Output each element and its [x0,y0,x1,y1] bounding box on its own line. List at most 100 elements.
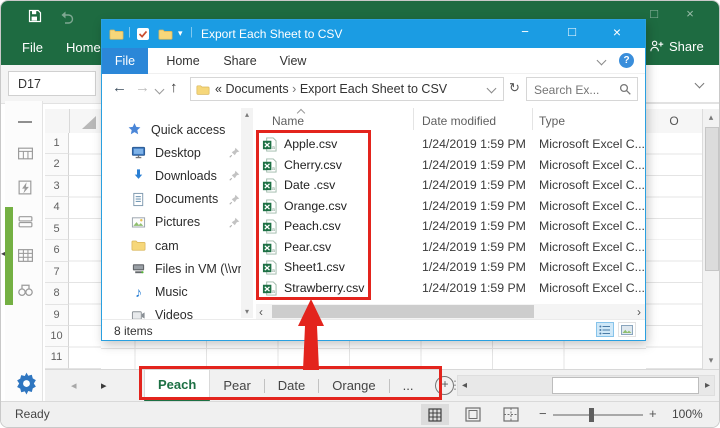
sidebar-item-quick-access[interactable]: Quick access [102,118,254,141]
row-header[interactable]: 2 [45,154,69,176]
sidebar-item-documents[interactable]: Documents [102,188,254,211]
cell-name-box[interactable]: D17 [8,71,96,96]
forward-icon[interactable]: → [135,79,150,96]
zoom-out-icon[interactable]: − [539,406,547,421]
row-header[interactable]: 8 [45,283,69,305]
sidebar-item-desktop[interactable]: Desktop [102,141,254,164]
row-header[interactable]: 1 [45,133,69,155]
search-input[interactable] [532,80,616,100]
settings-gear-icon[interactable] [14,371,39,396]
horizontal-scroll-thumb[interactable] [552,377,699,394]
thumbnail-view-toggle[interactable] [618,322,636,337]
row-header[interactable]: 11 [45,347,69,369]
excel-horizontal-scrollbar[interactable]: ◂ ▸ [457,375,715,396]
page-layout-view-icon[interactable] [465,407,481,422]
sidebar-item-pictures[interactable]: Pictures [102,211,254,234]
vertical-scroll-thumb[interactable] [705,127,719,271]
row-header[interactable]: 7 [45,261,69,284]
file-type: Microsoft Excel C... [539,239,645,254]
sheet-nav-right-icon[interactable]: ▸ [101,379,107,392]
save-icon[interactable] [27,8,43,24]
workbook-grid-icon[interactable] [17,145,34,162]
address-bar[interactable]: « Documents › Export Each Sheet to CSV [190,77,504,101]
ribbon-collapse-icon[interactable] [596,55,607,66]
row-header[interactable]: 10 [45,325,69,348]
zoom-slider-thumb[interactable] [589,408,594,422]
explorer-minimize-button[interactable]: − [510,24,540,39]
view-normal-button[interactable] [421,404,449,425]
explorer-maximize-button[interactable]: □ [557,24,587,39]
sidebar-item-cam[interactable]: cam [102,234,254,257]
breadcrumb-documents[interactable]: Documents [225,82,288,96]
kutools-pane-handle[interactable] [5,207,13,305]
formula-bar[interactable] [646,65,719,103]
column-header-name[interactable]: Name [272,114,304,128]
page-break-view-icon[interactable] [503,407,519,422]
qat-properties-check-icon[interactable] [136,27,150,41]
menu-home[interactable]: Home [160,48,206,74]
explorer-address-row: ← → ↑ « Documents › Export Each Sheet to… [102,74,645,104]
recent-locations-icon[interactable] [154,84,165,95]
collapse-minus-icon[interactable] [18,121,32,123]
scroll-up-icon[interactable]: ▴ [703,112,719,123]
row-header[interactable]: 6 [45,240,69,262]
formula-bar-expand-icon[interactable] [694,78,705,89]
sidebar-item-videos[interactable]: Videos [102,304,254,319]
hscroll-right-icon[interactable]: ▸ [705,380,710,391]
pane-collapse-arrow-icon[interactable]: ◂ [1,249,5,258]
zoom-percent[interactable]: 100% [672,407,703,421]
row-header[interactable]: 3 [45,175,69,198]
select-all-triangle-icon[interactable] [82,116,96,129]
menu-file[interactable]: File [102,48,148,74]
address-dropdown-icon[interactable] [486,83,497,94]
column-header-O[interactable]: O [646,109,702,134]
zoom-in-icon[interactable]: + [649,406,657,421]
excel-home-tab[interactable]: Home [66,40,101,55]
hscroll-left-icon[interactable]: ‹ [259,305,263,319]
hscroll-right-icon[interactable]: › [637,305,641,319]
undo-icon[interactable] [59,10,75,24]
breadcrumb-current-folder[interactable]: Export Each Sheet to CSV [300,82,447,96]
help-button[interactable]: ? [619,53,634,68]
refresh-icon[interactable]: ↻ [509,80,520,96]
up-icon[interactable]: ↑ [170,79,178,96]
stacked-sheets-icon[interactable] [17,213,34,230]
column-header-type[interactable]: Type [539,114,565,128]
scroll-down-icon[interactable]: ▾ [241,307,253,316]
excel-vertical-scrollbar[interactable]: ▴ ▾ [702,109,719,369]
explorer-close-button[interactable]: × [602,24,632,40]
sidebar-item-downloads[interactable]: Downloads [102,164,254,187]
grid-cells-left[interactable] [69,133,101,369]
binoculars-find-icon[interactable] [17,281,34,298]
row-header[interactable]: 4 [45,197,69,219]
column-divider[interactable] [413,108,414,130]
grid-cells-right[interactable] [646,133,702,369]
menu-view[interactable]: View [270,48,316,74]
scroll-down-icon[interactable]: ▾ [703,355,719,366]
zoom-slider[interactable] [553,408,643,422]
flash-sheet-icon[interactable] [17,179,34,196]
sheet-nav-left-icon[interactable]: ◂ [71,379,77,392]
grid-corner-select-all[interactable] [45,109,101,134]
sidebar-item-files-in-vm[interactable]: Files in VM (\\vn [102,257,254,280]
column-header-date-modified[interactable]: Date modified [422,114,496,128]
search-box[interactable] [526,77,638,101]
grid-cells-bottom[interactable] [101,341,646,369]
search-icon[interactable] [619,83,632,96]
back-icon[interactable]: ← [112,79,127,96]
scroll-up-icon[interactable]: ▴ [241,110,253,119]
table-icon[interactable] [17,247,34,264]
row-header[interactable]: 9 [45,304,69,326]
details-view-toggle[interactable] [596,322,614,337]
excel-file-tab[interactable]: File [22,40,43,55]
hscroll-left-icon[interactable]: ◂ [462,380,467,391]
column-divider[interactable] [532,108,533,130]
excel-share-button[interactable]: Share [649,39,704,54]
sidebar-item-music[interactable]: ♪ Music [102,280,254,303]
qat-new-folder-icon[interactable] [158,27,173,42]
row-header[interactable]: 5 [45,218,69,241]
qat-dropdown-icon[interactable]: ▾ [178,28,183,39]
excel-close-button[interactable]: × [675,6,705,21]
menu-share[interactable]: Share [217,48,263,74]
sidebar-scrollbar[interactable]: ▴ ▾ [241,108,253,318]
